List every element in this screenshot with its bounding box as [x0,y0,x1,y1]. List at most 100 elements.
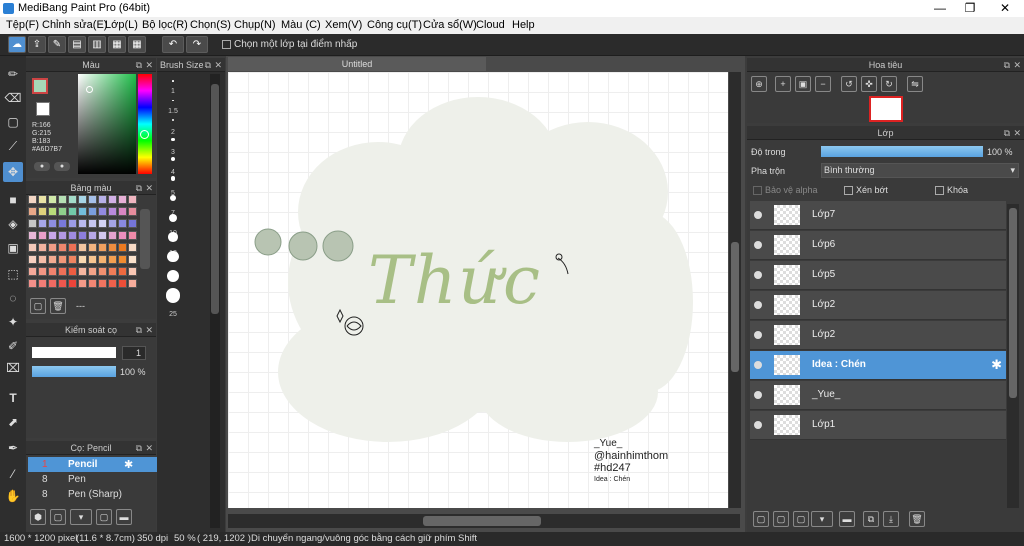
palette-swatch[interactable] [58,207,67,216]
eye-icon[interactable] [754,391,762,399]
palette-swatch[interactable] [118,279,127,288]
palette-swatch[interactable] [88,195,97,204]
palette-swatch[interactable] [38,279,47,288]
palette-swatch[interactable] [78,219,87,228]
brush-size-scrollbar[interactable] [210,74,220,528]
new-brush-icon[interactable]: ▢ [50,509,66,525]
palette-swatch[interactable] [78,231,87,240]
palette-swatch[interactable] [58,255,67,264]
palette-swatch[interactable] [68,255,77,264]
lasso-tool-icon[interactable]: ◌ [3,288,23,308]
palette-swatch[interactable] [68,243,77,252]
operation-tool-icon[interactable]: ⬈ [3,412,23,432]
brush-folder-icon[interactable]: ▬ [116,509,132,525]
palette-swatch[interactable] [98,255,107,264]
palette-swatch[interactable] [118,267,127,276]
palette-swatch[interactable] [128,279,137,288]
palette-swatch[interactable] [108,243,117,252]
palette-swatch[interactable] [48,207,57,216]
palette-swatch[interactable] [28,231,37,240]
palette-swatch[interactable] [28,279,37,288]
saturation-picker[interactable] [78,74,136,174]
brush-opacity-slider[interactable] [32,366,116,377]
close-button[interactable]: ✕ [990,0,1020,17]
select-pen-icon[interactable]: ✐ [3,336,23,356]
eye-icon[interactable] [754,421,762,429]
palette-swatch[interactable] [118,219,127,228]
color-option-button[interactable]: ● [54,162,70,171]
menu-view[interactable]: Xem(V) [325,19,362,31]
brush-size-dot[interactable] [171,157,175,161]
color-mode-button[interactable]: ● [34,162,50,171]
palette-swatch[interactable] [78,195,87,204]
zoom-out-icon[interactable]: − [815,76,831,92]
palette-swatch[interactable] [88,243,97,252]
palette-swatch[interactable] [68,219,77,228]
grid-icon[interactable]: ▦ [128,36,146,53]
menu-help[interactable]: Help [512,19,535,31]
line-tool-icon[interactable]: ⟋ [3,136,23,156]
palette-swatch[interactable] [38,195,47,204]
palette-swatch[interactable] [118,207,127,216]
palette-scrollbar[interactable] [140,209,150,269]
palette-swatch[interactable] [98,207,107,216]
palette-swatch[interactable] [68,267,77,276]
hue-slider[interactable] [138,74,152,174]
canvas[interactable]: Thức _Yue_ @hainhimthom #hd247 Idea : Ch… [228,72,728,508]
maximize-button[interactable]: ❐ [955,0,985,17]
chat-icon[interactable]: ▤ [68,36,86,53]
palette-swatch[interactable] [28,255,37,264]
palette-swatch[interactable] [98,219,107,228]
layer-folder-icon[interactable]: ▬ [839,511,855,527]
brush-size-dot[interactable] [165,288,181,303]
palette-swatches[interactable] [28,195,140,293]
delete-palette-icon[interactable]: 🗑 [50,298,66,314]
brush-tool-icon[interactable]: ✏ [3,64,23,84]
palette-swatch[interactable] [128,207,137,216]
brush-item-pencil[interactable]: 1 Pencil ✱ [28,457,164,472]
gradient-tool-icon[interactable]: ▣ [3,238,23,258]
redo-icon[interactable]: ↷ [186,36,208,53]
undo-icon[interactable]: ↶ [162,36,184,53]
palette-swatch[interactable] [38,231,47,240]
palette-swatch[interactable] [88,219,97,228]
palette-swatch[interactable] [98,279,107,288]
palette-swatch[interactable] [78,255,87,264]
share-icon[interactable]: ⇪ [28,36,46,53]
palette-swatch[interactable] [28,243,37,252]
layer-row[interactable]: Idea : Chén ✱ [750,351,1006,380]
menu-capture[interactable]: Chụp(N) [234,19,276,31]
palette-swatch[interactable] [88,231,97,240]
brush-item-pen[interactable]: 8 Pen [28,473,138,487]
palette-swatch[interactable] [88,207,97,216]
palette-swatch[interactable] [68,231,77,240]
eye-icon[interactable] [754,211,762,219]
palette-swatch[interactable] [98,195,107,204]
layer-row[interactable]: Lớp2 [750,321,1006,350]
layer-row[interactable]: _Yue_ [750,381,1006,410]
shape-tool-icon[interactable]: ▢ [3,112,23,132]
rotate-reset-icon[interactable]: ✜ [861,76,877,92]
palette-swatch[interactable] [38,207,47,216]
lock-checkbox[interactable]: Khóa [935,185,968,196]
palette-swatch[interactable] [118,255,127,264]
palette-swatch[interactable] [28,219,37,228]
brush-size-dot[interactable] [169,213,177,222]
blur-tool-icon[interactable]: ✒ [3,438,23,458]
hand-tool-icon[interactable]: ✋ [3,486,23,506]
brush-size-dot[interactable] [171,137,175,142]
eye-icon[interactable] [754,271,762,279]
eraser-tool-icon[interactable]: ⌫ [3,88,23,108]
palette-swatch[interactable] [88,267,97,276]
rotate-right-icon[interactable]: ↻ [881,76,897,92]
palette-swatch[interactable] [108,195,117,204]
layer-opacity-slider[interactable] [821,146,983,157]
palette-swatch[interactable] [58,243,67,252]
new-palette-icon[interactable]: ▢ [30,298,46,314]
palette-swatch[interactable] [118,231,127,240]
palette-swatch[interactable] [48,267,57,276]
delete-layer-icon[interactable]: 🗑 [909,511,925,527]
rotate-left-icon[interactable]: ↺ [841,76,857,92]
menu-select[interactable]: Chọn(S) [190,19,231,31]
palette-swatch[interactable] [38,243,47,252]
